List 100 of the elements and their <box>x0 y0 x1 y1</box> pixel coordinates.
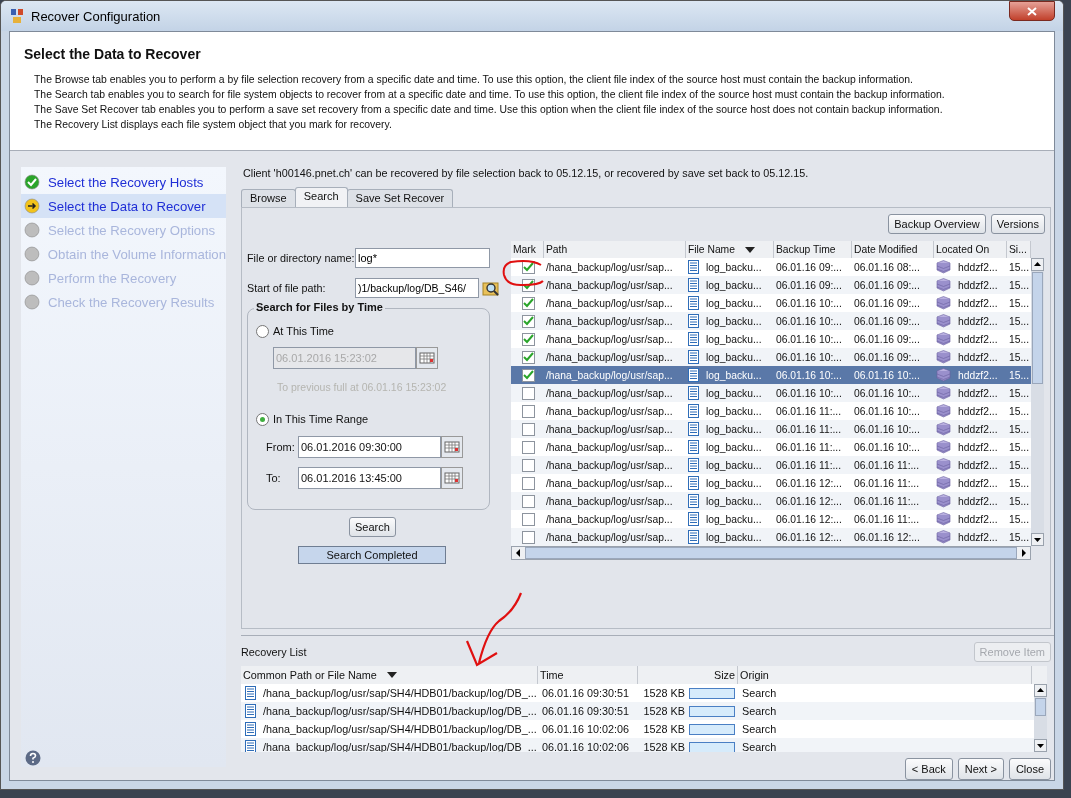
folder-search-icon[interactable] <box>482 279 500 297</box>
radio-button[interactable] <box>256 412 269 426</box>
step-item[interactable]: Select the Recovery Hosts <box>21 170 226 194</box>
horizontal-scrollbar[interactable] <box>511 546 1031 560</box>
help-icon[interactable] <box>25 750 41 766</box>
vertical-scrollbar[interactable] <box>1034 684 1047 752</box>
document-icon <box>688 368 699 382</box>
table-cell: hddzf2... <box>958 531 998 543</box>
table-row[interactable]: /hana_backup/log/usr/sap... log_backu... 06.01.16 09:... 06.01.16 09:... hddzf2... 15... <box>511 276 1031 294</box>
mark-checkbox[interactable] <box>522 350 535 364</box>
mark-checkbox[interactable] <box>522 530 535 544</box>
table-cell-text: 06.01.16 09:... <box>775 279 843 291</box>
table-row[interactable]: /hana_backup/log/usr/sap... log_backu... 06.01.16 10:... 06.01.16 09:... hddzf2... 15... <box>511 312 1031 330</box>
page-title: Select the Data to Recover <box>24 46 202 62</box>
table-cell-text: 06.01.16 09:... <box>853 315 921 327</box>
tab[interactable]: Save Set Recover <box>346 189 454 207</box>
table-cell-text: 06.01.16 11:... <box>853 459 921 471</box>
table-row[interactable]: /hana_backup/log/usr/sap... log_backu... 06.01.16 10:... 06.01.16 09:... hddzf2... 15... <box>511 348 1031 366</box>
table-cell-text: 15... <box>1008 369 1031 381</box>
from-date-field[interactable]: 06.01.2016 09:30:00 <box>298 436 441 458</box>
mark-checkbox[interactable] <box>522 332 535 346</box>
mark-checkbox[interactable] <box>522 422 535 436</box>
name-field[interactable]: log* <box>355 248 490 268</box>
table-row[interactable]: /hana_backup/log/usr/sap... log_backu... 06.01.16 10:... 06.01.16 10:... hddzf2... 15... <box>511 366 1031 384</box>
table-cell-text: 15... <box>1008 423 1031 435</box>
table-cell-text: /hana_backup/log/usr/sap... <box>545 405 674 417</box>
disk-stack-icon <box>936 494 951 508</box>
table-cell: 1528 KB <box>643 723 685 735</box>
scroll-down-icon[interactable] <box>1031 533 1044 546</box>
table-row[interactable]: /hana_backup/log/usr/sap... log_backu... 06.01.16 10:... 06.01.16 10:... hddzf2... 15... <box>511 384 1031 402</box>
scroll-up-icon[interactable] <box>1031 258 1044 271</box>
table-cell-text: 06.01.16 10:... <box>775 369 843 381</box>
table-cell: hddzf2... <box>958 297 998 309</box>
calendar-icon[interactable] <box>441 436 463 458</box>
table-row[interactable]: /hana_backup/log/usr/sap... log_backu... 06.01.16 11:... 06.01.16 11:... hddzf2... 15... <box>511 456 1031 474</box>
search-button[interactable]: Search <box>349 517 396 537</box>
document-icon <box>688 314 699 328</box>
footer-button[interactable]: Close <box>1008 758 1051 780</box>
document-icon <box>688 296 699 310</box>
document-icon <box>688 386 699 400</box>
footer-button[interactable]: < Back <box>904 758 953 780</box>
table-cell: 1528 KB <box>643 687 685 699</box>
table-cell-text: /hana_backup/log/usr/sap... <box>545 513 674 525</box>
table-cell-text: 06.01.16 11:... <box>853 495 921 507</box>
tab[interactable]: Browse <box>241 189 296 207</box>
footer-button[interactable]: Next > <box>957 758 1004 780</box>
table-cell: hddzf2... <box>958 441 998 453</box>
table-row[interactable]: /hana_backup/log/usr/sap... log_backu... 06.01.16 12:... 06.01.16 12:... hddzf2... 15... <box>511 528 1031 546</box>
mark-checkbox[interactable] <box>522 404 535 418</box>
step-item[interactable]: Select the Data to Recover <box>21 194 226 218</box>
mark-checkbox[interactable] <box>522 476 535 490</box>
close-button[interactable] <box>1009 1 1055 21</box>
calendar-icon[interactable] <box>416 347 438 369</box>
mark-checkbox[interactable] <box>522 314 535 328</box>
scroll-thumb[interactable] <box>525 547 1017 559</box>
path-field[interactable]: )1/backup/log/DB_S46/ <box>355 278 479 298</box>
table-cell: log_backu... <box>706 369 762 381</box>
table-cell-text: 06.01.16 11:... <box>775 423 843 435</box>
disk-stack-icon <box>936 404 951 418</box>
to-date-field[interactable]: 06.01.2016 13:45:00 <box>298 467 441 489</box>
toolbar-button[interactable]: Backup Overview <box>888 214 986 234</box>
table-cell-text: /hana_backup/log/usr/sap... <box>545 459 674 471</box>
table-cell: hddzf2... <box>958 315 998 327</box>
vertical-scrollbar[interactable] <box>1031 258 1044 546</box>
disk-stack-icon <box>936 332 951 346</box>
table-cell-text: 06.01.16 10:02:06 <box>541 741 631 752</box>
table-cell-text: /hana_backup/log/usr/sap... <box>545 369 674 381</box>
toolbar-button[interactable]: Versions <box>990 214 1045 234</box>
mark-checkbox[interactable] <box>522 494 535 508</box>
scroll-thumb[interactable] <box>1035 698 1046 716</box>
table-cell-text: 06.01.16 10:... <box>775 333 843 345</box>
table-cell: hddzf2... <box>958 405 998 417</box>
document-icon <box>688 260 699 274</box>
disk-stack-icon <box>936 260 951 274</box>
table-cell-text: 15... <box>1008 261 1031 273</box>
mark-checkbox[interactable] <box>522 296 535 310</box>
table-cell: log_backu... <box>706 423 762 435</box>
document-icon <box>688 422 699 436</box>
scroll-up-icon[interactable] <box>1034 684 1047 697</box>
mark-checkbox[interactable] <box>522 386 535 400</box>
table-cell: hddzf2... <box>958 495 998 507</box>
table-cell-text: 06.01.16 12:... <box>853 531 921 543</box>
mark-checkbox[interactable] <box>522 512 535 526</box>
scroll-thumb[interactable] <box>1032 272 1043 384</box>
table-cell-text: 06.01.16 09:... <box>853 333 921 345</box>
table-cell-text: Search <box>741 741 778 752</box>
field-label: File or directory name: <box>247 252 355 264</box>
table-cell-text: 15... <box>1008 513 1031 525</box>
table-cell: log_backu... <box>706 261 762 273</box>
table-cell: hddzf2... <box>958 351 998 363</box>
size-bar <box>689 687 735 699</box>
table-cell: log_backu... <box>706 387 762 399</box>
mark-checkbox[interactable] <box>522 368 535 382</box>
mark-checkbox[interactable] <box>522 440 535 454</box>
tab[interactable]: Search <box>294 187 348 207</box>
table-row[interactable]: /hana_backup/log/usr/sap... log_backu... 06.01.16 12:... 06.01.16 11:... hddzf2... 15... <box>511 492 1031 510</box>
scroll-down-icon[interactable] <box>1034 739 1047 752</box>
mark-checkbox[interactable] <box>522 458 535 472</box>
table-row[interactable]: /hana_backup/log/usr/sap... log_backu... 06.01.16 11:... 06.01.16 10:... hddzf2... 15... <box>511 420 1031 438</box>
calendar-icon[interactable] <box>441 467 463 489</box>
